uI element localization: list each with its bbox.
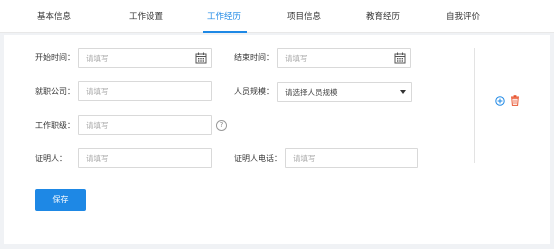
- job-level-placeholder: 请填写: [86, 121, 109, 130]
- staff-size-value: 请选择人员规模: [285, 88, 338, 97]
- active-tab-indicator: [203, 31, 247, 33]
- tab-education[interactable]: 教育经历: [366, 11, 400, 23]
- staff-size-select[interactable]: 请选择人员规模: [277, 82, 412, 102]
- save-button[interactable]: 保存: [35, 189, 86, 211]
- reference-phone-input[interactable]: 请填写: [285, 148, 418, 168]
- tab-work-settings[interactable]: 工作设置: [129, 11, 163, 23]
- tab-basic-info[interactable]: 基本信息: [37, 11, 71, 23]
- reference-input[interactable]: 请填写: [78, 148, 212, 168]
- reference-label: 证明人：: [35, 154, 67, 163]
- delete-icon[interactable]: [510, 95, 520, 106]
- company-input[interactable]: 请填写: [78, 81, 212, 101]
- end-time-placeholder: 请填写: [285, 54, 308, 63]
- tab-project-info[interactable]: 项目信息: [287, 11, 321, 23]
- reference-phone-label: 证明人电话：: [234, 154, 282, 163]
- dropdown-caret-icon: [400, 90, 406, 94]
- calendar-icon[interactable]: [394, 52, 406, 64]
- company-label: 就职公司：: [35, 87, 75, 96]
- reference-placeholder: 请填写: [86, 154, 109, 163]
- end-time-label: 结束时间：: [234, 53, 274, 62]
- help-icon[interactable]: ?: [216, 120, 227, 131]
- job-level-input[interactable]: 请填写: [78, 115, 212, 135]
- tab-bar: 基本信息 工作设置 工作经历 项目信息 教育经历 自我评价: [0, 0, 554, 33]
- start-time-placeholder: 请填写: [86, 54, 109, 63]
- start-time-input[interactable]: 请填写: [78, 48, 212, 68]
- staff-size-label: 人员规模：: [234, 87, 274, 96]
- end-time-input[interactable]: 请填写: [277, 48, 411, 68]
- add-icon[interactable]: [495, 96, 505, 106]
- start-time-label: 开始时间：: [35, 53, 75, 62]
- tab-self-evaluation[interactable]: 自我评价: [446, 11, 480, 23]
- section-divider: [474, 48, 475, 163]
- tab-work-experience[interactable]: 工作经历: [207, 11, 241, 23]
- job-level-label: 工作职级：: [35, 121, 75, 130]
- reference-phone-placeholder: 请填写: [293, 154, 316, 163]
- calendar-icon[interactable]: [195, 52, 207, 64]
- company-placeholder: 请填写: [86, 87, 109, 96]
